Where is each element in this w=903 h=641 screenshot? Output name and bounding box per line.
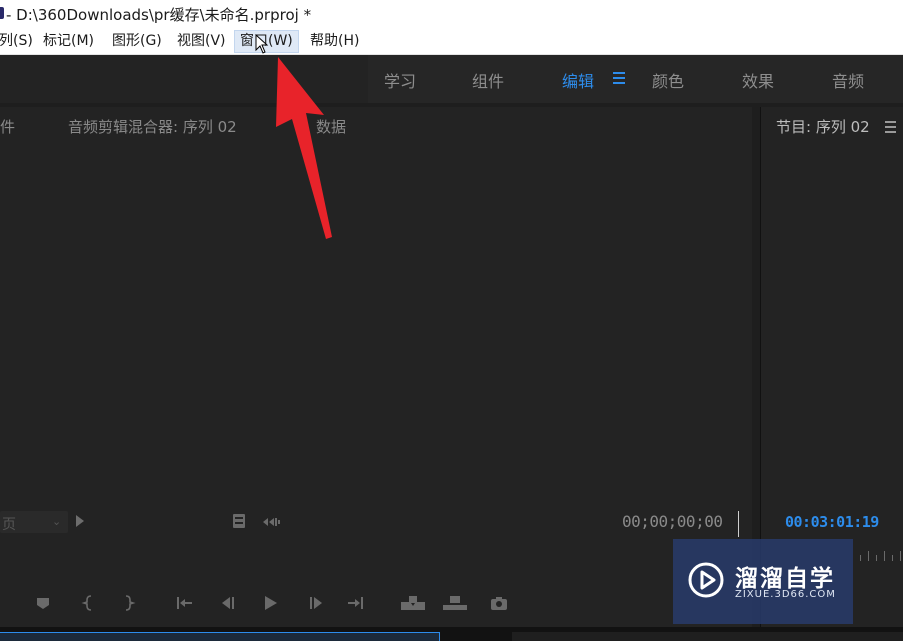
title-bar: - D:\360Downloads\pr缓存\未命名.prproj * [0,0,903,28]
workspace-tab-learning[interactable]: 学习 [384,68,416,92]
program-timecode[interactable]: 00:03:01:19 [785,513,879,531]
workspace-tab-assembly[interactable]: 组件 [472,68,504,92]
workspace-tab-color[interactable]: 颜色 [652,68,684,92]
mark-in-icon[interactable] [80,594,98,612]
source-timecode[interactable]: 00;00;00;00 [622,512,723,531]
workspace-tab-editing[interactable]: 编辑 [562,68,594,92]
chevron-down-icon: ⌄ [52,515,62,528]
selected-panel-frame[interactable] [0,632,440,641]
play-small-icon[interactable] [76,515,84,527]
step-forward-icon[interactable] [307,594,325,612]
mark-out-icon[interactable] [119,594,137,612]
workspace-tab-effects[interactable]: 效果 [742,68,774,92]
watermark: 溜溜自学 ZIXUE.3D66.COM [673,539,853,624]
time-ruler[interactable] [856,547,903,561]
menu-sequence[interactable]: 列(S) [0,30,38,53]
panel-tab-audio-clip-mixer[interactable]: 音频剪辑混合器: 序列 02 [68,116,237,137]
overwrite-icon[interactable] [442,594,468,612]
page-select[interactable]: 页 ⌄ [0,511,68,533]
workspace-tabs: 学习 组件 编辑 颜色 效果 音频 [368,55,903,103]
workspace-menu-icon[interactable] [613,72,625,84]
watermark-logo-icon [688,562,724,598]
menu-markers[interactable]: 标记(M) [38,30,99,53]
go-to-out-icon[interactable] [347,594,365,612]
watermark-sub-text: ZIXUE.3D66.COM [735,589,836,600]
menu-view[interactable]: 视图(V) [172,30,231,53]
panel-tab-partial[interactable]: 件 [0,116,15,137]
menu-help[interactable]: 帮助(H) [305,30,364,53]
go-to-in-icon[interactable] [175,594,193,612]
menu-bar: 列(S) 标记(M) 图形(G) 视图(V) 窗口(W) 帮助(H) [0,28,903,55]
insert-icon[interactable] [400,594,426,612]
workspace-tab-audio[interactable]: 音频 [832,68,864,92]
annotation-arrow-icon [276,57,332,239]
menu-graphics[interactable]: 图形(G) [107,30,167,53]
step-back-icon[interactable] [219,594,237,612]
page-select-label: 页 [2,517,16,533]
bottom-panel-segment [512,632,903,641]
window-title: - D:\360Downloads\pr缓存\未命名.prproj * [6,6,312,24]
clip-icon[interactable] [232,513,246,529]
play-icon[interactable] [261,594,279,612]
add-marker-icon[interactable] [34,594,52,612]
app-icon [0,7,4,19]
watermark-main-text: 溜溜自学 [735,566,835,592]
source-panel: 件 音频剪辑混合器: 序列 02 数据 页 ⌄ 00;00;00;00 [0,107,752,627]
drag-audio-icon[interactable] [262,516,282,528]
program-monitor-title[interactable]: 节目: 序列 02 [776,116,870,137]
playhead-indicator[interactable] [738,511,739,537]
mouse-cursor-icon [255,34,269,54]
export-frame-icon[interactable] [490,594,508,612]
workspace-bar: 学习 组件 编辑 颜色 效果 音频 [0,55,903,103]
panel-menu-icon[interactable] [885,121,896,136]
